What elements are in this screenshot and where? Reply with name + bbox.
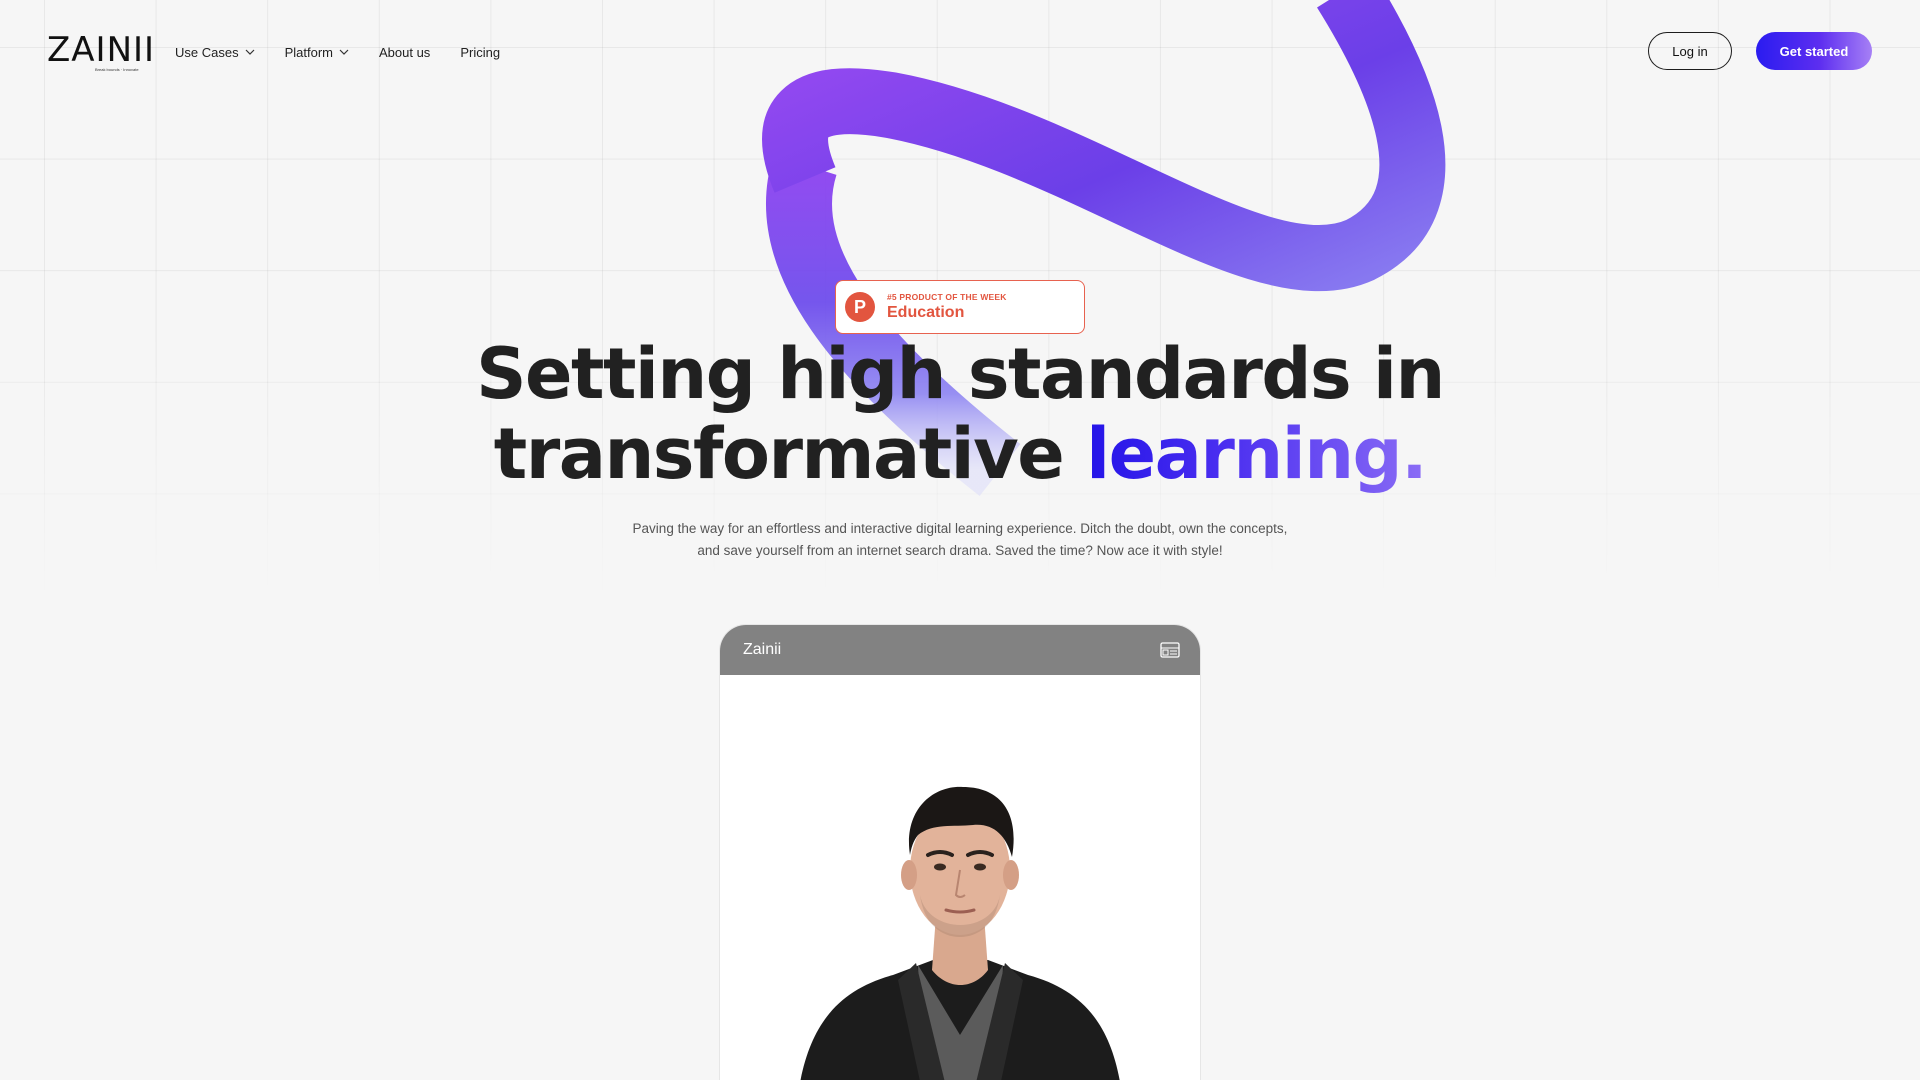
hero-subcopy: Paving the way for an effortless and int…: [632, 521, 1288, 558]
nav-item-platform[interactable]: Platform: [285, 40, 349, 64]
product-of-week-badge[interactable]: P #5 PRODUCT OF THE WEEK Education: [835, 280, 1085, 334]
nav-item-about-us[interactable]: About us: [379, 40, 430, 64]
brand-logo[interactable]: ZAINII Break bounds · Innovate: [47, 30, 154, 74]
headline-accent-word: learning.: [1086, 413, 1428, 495]
product-hunt-icon: P: [845, 292, 875, 322]
nav-item-use-cases[interactable]: Use Cases: [175, 40, 255, 64]
nav-item-label: Pricing: [460, 44, 501, 60]
badge-text: #5 PRODUCT OF THE WEEK Education: [887, 292, 1007, 322]
nav-item-label: Platform: [284, 44, 333, 60]
nav-item-label: About us: [378, 44, 431, 60]
nav-item-label: Use Cases: [175, 44, 239, 60]
chevron-down-icon: [339, 49, 349, 55]
layout-icon[interactable]: [1160, 642, 1180, 658]
brand-wordmark: ZAINII: [47, 30, 156, 70]
preview-title-bar: Zainii: [720, 625, 1200, 675]
brand-tagline: Break bounds · Innovate: [95, 67, 139, 72]
presenter-avatar: [800, 786, 1120, 1080]
badge-kicker: #5 PRODUCT OF THE WEEK: [887, 292, 1007, 302]
landing-page: ZAINII Break bounds · Innovate Use Cases…: [0, 0, 1920, 1080]
headline-line-1: Setting high standards in: [476, 333, 1445, 415]
get-started-button[interactable]: Get started: [1756, 32, 1872, 70]
preview-body: [720, 675, 1200, 1080]
main-nav: Use Cases Platform About us Pricing: [175, 40, 530, 64]
preview-title: Zainii: [743, 641, 782, 658]
chevron-down-icon: [245, 49, 255, 55]
badge-title: Education: [887, 304, 965, 321]
login-button[interactable]: Log in: [1648, 32, 1732, 70]
headline-line-2-plain: transformative: [493, 413, 1065, 495]
hero-headline: Setting high standards in transformative…: [0, 334, 1920, 494]
app-preview-card: Zainii: [720, 625, 1200, 1080]
site-header: ZAINII Break bounds · Innovate Use Cases…: [0, 0, 1920, 104]
nav-item-pricing[interactable]: Pricing: [460, 40, 500, 64]
